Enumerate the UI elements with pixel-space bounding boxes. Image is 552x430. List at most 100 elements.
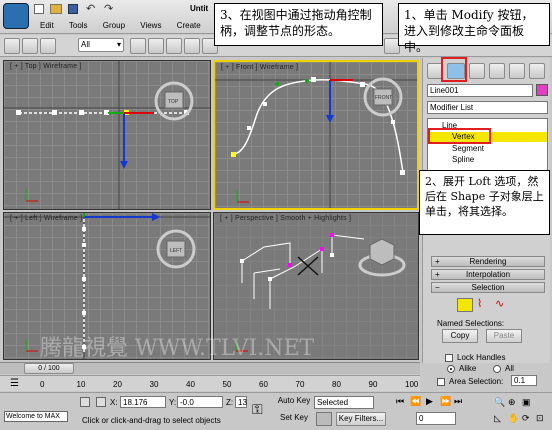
save-icon[interactable] xyxy=(68,4,78,14)
area-selection-label: Area Selection: xyxy=(449,377,504,386)
open-icon[interactable] xyxy=(50,4,62,14)
timeline-tick-label: 30 xyxy=(149,380,159,389)
rectangular-selection-icon[interactable] xyxy=(166,38,182,54)
selected-dropdown[interactable]: Selected xyxy=(314,396,374,409)
selection-lock-icon[interactable] xyxy=(80,397,90,407)
y-label: Y: xyxy=(169,398,177,407)
alike-radio[interactable] xyxy=(447,365,455,373)
hierarchy-tab-icon[interactable] xyxy=(469,63,485,79)
timeline-tick-label: 90 xyxy=(368,380,378,389)
modify-tab-highlight xyxy=(441,57,467,82)
set-key-icon[interactable] xyxy=(316,412,332,426)
select-by-name-icon[interactable] xyxy=(148,38,164,54)
trackbar-icon[interactable]: ☰ xyxy=(10,378,19,389)
area-selection-field[interactable]: 0.1 xyxy=(511,375,537,386)
segment-mode-icon[interactable]: ⌇ xyxy=(477,298,493,312)
object-color-swatch[interactable] xyxy=(536,84,548,96)
key-filters-button[interactable]: Key Filters... xyxy=(336,412,386,426)
modifier-list-dropdown[interactable]: Modifier List xyxy=(427,101,548,114)
zoom-icon[interactable]: 🔍 xyxy=(494,397,505,408)
subobject-buttons: ⌇ ∿ xyxy=(457,298,517,314)
modifier-stack: Line Vertex Segment Spline xyxy=(427,118,548,174)
field-of-view-icon[interactable]: ◺ xyxy=(494,413,501,424)
copy-button[interactable]: Copy xyxy=(442,329,478,343)
callout-step-1: 1、单击 Modify 按钮，进入到修改主命令面板中。 xyxy=(398,3,550,54)
lock-handles-checkbox[interactable] xyxy=(445,354,453,362)
zoom-all-icon[interactable]: ⊕ xyxy=(508,397,516,408)
pan-icon[interactable]: ✋ xyxy=(508,413,519,424)
previous-frame-icon[interactable]: ⏪ xyxy=(410,396,421,407)
go-to-end-icon[interactable]: ⏭ xyxy=(454,396,462,407)
object-name-field[interactable]: Line001 xyxy=(427,84,533,97)
new-icon[interactable] xyxy=(34,4,44,14)
set-key-button[interactable]: Set Key xyxy=(277,412,311,426)
prompt-text: Click or click-and-drag to select object… xyxy=(82,416,221,425)
maxscript-listener[interactable]: Welcome to MAX xyxy=(4,411,68,422)
motion-tab-icon[interactable] xyxy=(489,63,505,79)
orbit-icon[interactable]: ⟳ xyxy=(522,413,530,424)
x-coordinate-field[interactable]: 18.176 xyxy=(120,396,166,408)
utilities-tab-icon[interactable] xyxy=(529,63,545,79)
track-bar[interactable]: ☰ 0 10 20 30 40 50 60 70 80 90 100 xyxy=(0,375,420,391)
bind-space-warp-icon[interactable] xyxy=(40,38,56,54)
spline-mode-icon[interactable]: ∿ xyxy=(495,298,511,312)
watermark: 腾龍視覺 WWW.TLVI.NET xyxy=(40,336,315,361)
selection-filter-dropdown[interactable]: All ▾ xyxy=(78,38,124,52)
menu-create[interactable]: Create xyxy=(177,21,201,30)
paste-button[interactable]: Paste xyxy=(486,329,522,343)
go-to-start-icon[interactable]: ⏮ xyxy=(396,396,404,407)
lock-handles-area: Lock Handles Alike All Area Selection: 0… xyxy=(433,345,547,387)
all-radio[interactable] xyxy=(493,365,501,373)
stack-item-segment[interactable]: Segment xyxy=(452,144,484,153)
vertex-mode-icon[interactable] xyxy=(457,298,473,312)
status-bar: Welcome to MAX X: 18.176 Y: -0.0 Z: 13 C… xyxy=(0,392,552,430)
named-selections-label: Named Selections: xyxy=(437,319,505,328)
key-icon[interactable]: ⚿ xyxy=(252,401,263,418)
quick-access-toolbar: ↶ ↷ xyxy=(34,2,174,16)
rollout-interpolation[interactable]: + Interpolation xyxy=(431,269,545,280)
next-frame-icon[interactable]: ⏩ xyxy=(440,396,451,407)
zoom-extents-icon[interactable]: ▣ xyxy=(522,397,531,408)
alike-label: Alike xyxy=(459,364,477,373)
time-slider-thumb[interactable]: 0 / 100 xyxy=(24,363,74,374)
viewcube-top-label[interactable]: TOP xyxy=(168,99,179,105)
callout-step-2: 2、展开 Loft 选项，然后在 Shape 子对象层上单击，将其选择。 xyxy=(419,170,550,235)
play-icon[interactable]: ▶ xyxy=(426,396,433,407)
rollout-selection-label: Selection xyxy=(471,283,505,292)
current-frame-field[interactable]: 0 xyxy=(416,412,456,425)
redo-icon[interactable]: ↷ xyxy=(104,2,113,15)
area-selection-checkbox[interactable] xyxy=(437,378,445,386)
maximize-viewport-icon[interactable]: ⊡ xyxy=(536,413,544,424)
absolute-mode-icon[interactable] xyxy=(96,397,106,407)
rollout-selection[interactable]: − Selection xyxy=(431,282,545,293)
callout-step-3-text: 3、在视图中通过拖动角控制柄，调整节点的形态。 xyxy=(220,8,372,38)
menu-edit[interactable]: Edit xyxy=(40,21,54,30)
rollout-interpolation-label: Interpolation xyxy=(465,270,511,279)
select-link-icon[interactable] xyxy=(4,38,20,54)
auto-key-button[interactable]: Auto Key xyxy=(277,395,311,409)
viewcube-front-label[interactable]: FRONT xyxy=(375,95,392,101)
z-coordinate-field[interactable]: 13 xyxy=(235,396,247,408)
app-logo-icon[interactable] xyxy=(3,3,29,29)
chevron-down-icon: ▾ xyxy=(116,40,121,49)
viewport-front[interactable]: [ + ] Front ] Wireframe ] FRONT xyxy=(213,60,419,210)
viewcube-left-label[interactable]: LEFT xyxy=(170,248,182,254)
current-frame-label: 0 / 100 xyxy=(38,365,60,372)
undo-icon[interactable]: ↶ xyxy=(86,2,95,15)
timeline-tick-label: 100 xyxy=(405,380,419,389)
menu-views[interactable]: Views xyxy=(140,21,161,30)
select-object-icon[interactable] xyxy=(130,38,146,54)
selection-filter-value: All xyxy=(81,40,90,49)
window-crossing-icon[interactable] xyxy=(184,38,200,54)
viewport-top[interactable]: [ + ] Top ] Wireframe ] TOP xyxy=(3,60,211,210)
display-tab-icon[interactable] xyxy=(509,63,525,79)
unlink-icon[interactable] xyxy=(22,38,38,54)
timeline-tick-label: 50 xyxy=(222,380,232,389)
menu-tools[interactable]: Tools xyxy=(69,21,88,30)
menu-group[interactable]: Group xyxy=(103,21,125,30)
time-slider[interactable]: 0 / 100 xyxy=(0,362,420,374)
rollout-rendering[interactable]: + Rendering xyxy=(431,256,545,267)
y-coordinate-field[interactable]: -0.0 xyxy=(177,396,223,408)
timeline-tick-label: 40 xyxy=(186,380,195,389)
stack-item-spline[interactable]: Spline xyxy=(452,155,474,164)
